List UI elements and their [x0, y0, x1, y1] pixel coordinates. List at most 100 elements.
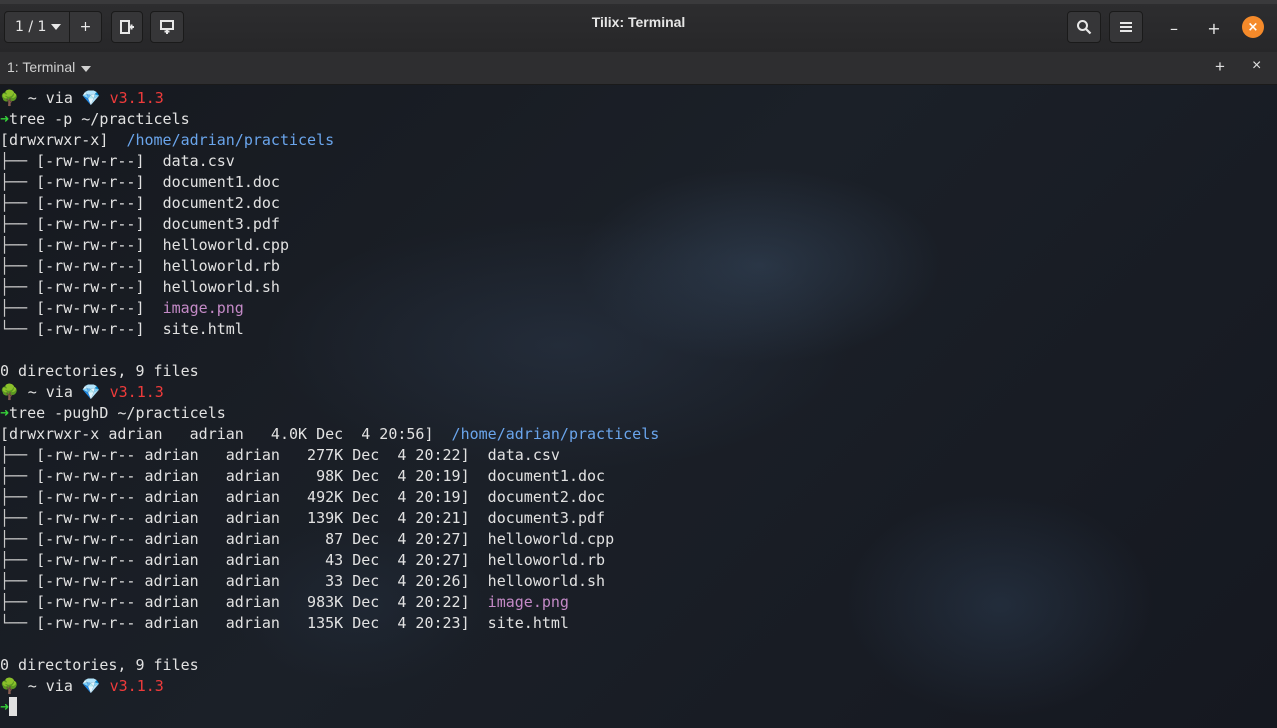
summary-text: 0 directories, 9 files — [0, 362, 199, 380]
file-name: helloworld.cpp — [162, 236, 289, 254]
file-meta: [-rw-rw-r--] — [36, 320, 163, 338]
file-name: document3.pdf — [487, 509, 606, 527]
file-name: document1.doc — [162, 173, 280, 191]
file-meta: [-rw-rw-r--] — [36, 257, 163, 275]
command-text: tree -p ~/practicels — [9, 110, 190, 128]
gem-icon: 💎 — [81, 383, 101, 401]
maximize-button[interactable]: + — [1202, 16, 1226, 40]
file-meta: [-rw-rw-r--] — [36, 194, 163, 212]
terminal-titlebar: 1: Terminal + × — [0, 52, 1277, 85]
prompt-path: ~ via — [18, 383, 82, 401]
file-name: image.png — [162, 299, 244, 317]
file-name: helloworld.rb — [487, 551, 606, 569]
terminal-title-dropdown[interactable]: 1: Terminal — [7, 59, 75, 75]
file-name: data.csv — [487, 446, 560, 464]
tree-branch: ├── — [0, 236, 37, 254]
tilix-window: 1 / 1 + Tilix: Terminal – + × 1: Termina… — [0, 0, 1277, 728]
search-button[interactable] — [1067, 11, 1101, 43]
file-meta: [-rw-rw-r--] — [36, 215, 163, 233]
terminal-output[interactable]: 🌳 ~ via 💎 v3.1.3 ➜tree -p ~/practicels [dr… — [0, 85, 1277, 728]
tree-entry: ├── [-rw-rw-r--] document3.pdf — [0, 214, 659, 235]
command-line: ➜tree -pughD ~/practicels — [0, 403, 659, 424]
command-line: ➜tree -p ~/practicels — [0, 109, 659, 130]
close-icon: × — [1247, 19, 1259, 35]
file-name: helloworld.sh — [487, 572, 606, 590]
file-name: document1.doc — [487, 467, 606, 485]
file-meta: [-rw-rw-r-- adrian adrian 139K Dec 4 20:… — [36, 509, 488, 527]
terminal-lines: 🌳 ~ via 💎 v3.1.3 ➜tree -p ~/practicels [dr… — [0, 88, 659, 718]
tree-branch: ├── — [0, 509, 37, 527]
file-meta: [-rw-rw-r-- adrian adrian 983K Dec 4 20:… — [36, 593, 488, 611]
file-meta: [-rw-rw-r-- adrian adrian 98K Dec 4 20:1… — [36, 467, 488, 485]
tree-entry: ├── [-rw-rw-r--] image.png — [0, 298, 659, 319]
ruby-version: v3.1.3 — [109, 383, 164, 401]
prompt-line: 🌳 ~ via 💎 v3.1.3 — [0, 382, 659, 403]
tree-branch: ├── — [0, 530, 37, 548]
summary-line: 0 directories, 9 files — [0, 361, 659, 382]
ruby-version: v3.1.3 — [109, 89, 164, 107]
summary-text: 0 directories, 9 files — [0, 656, 199, 674]
file-name: document2.doc — [487, 488, 606, 506]
tree-entry: ├── [-rw-rw-r--] helloworld.rb — [0, 256, 659, 277]
file-meta: [-rw-rw-r--] — [36, 152, 163, 170]
tree-branch: ├── — [0, 173, 37, 191]
tree-root-line: [drwxrwxr-x] /home/adrian/practicels — [0, 130, 659, 151]
file-name: helloworld.rb — [162, 257, 280, 275]
root-meta: [drwxrwxr-x] — [0, 131, 127, 149]
root-meta: [drwxrwxr-x adrian adrian 4.0K Dec 4 20:… — [0, 425, 452, 443]
tree-entry: ├── [-rw-rw-r--] document2.doc — [0, 193, 659, 214]
tree-branch: ├── — [0, 488, 37, 506]
file-name: site.html — [487, 614, 569, 632]
summary-line: 0 directories, 9 files — [0, 655, 659, 676]
tree-entry: ├── [-rw-rw-r-- adrian adrian 983K Dec 4… — [0, 592, 659, 613]
tree-branch: ├── — [0, 446, 37, 464]
gem-icon: 💎 — [81, 677, 101, 695]
tree-entry: ├── [-rw-rw-r-- adrian adrian 98K Dec 4 … — [0, 466, 659, 487]
file-name: site.html — [162, 320, 244, 338]
file-meta: [-rw-rw-r--] — [36, 236, 163, 254]
tree-entry: ├── [-rw-rw-r--] helloworld.sh — [0, 277, 659, 298]
chevron-down-icon[interactable] — [81, 66, 91, 72]
tree-entry: ├── [-rw-rw-r--] data.csv — [0, 151, 659, 172]
tree-icon: 🌳 — [0, 383, 19, 401]
minimize-button[interactable]: – — [1162, 16, 1186, 40]
tree-entry: ├── [-rw-rw-r-- adrian adrian 277K Dec 4… — [0, 445, 659, 466]
root-path: /home/adrian/practicels — [126, 131, 335, 149]
root-path: /home/adrian/practicels — [451, 425, 660, 443]
tree-branch: ├── — [0, 152, 37, 170]
prompt-arrow-icon: ➜ — [0, 698, 10, 716]
tree-entry: ├── [-rw-rw-r--] helloworld.cpp — [0, 235, 659, 256]
file-name: document3.pdf — [162, 215, 280, 233]
prompt-arrow-icon: ➜ — [0, 404, 10, 422]
tree-root-line: [drwxrwxr-x adrian adrian 4.0K Dec 4 20:… — [0, 424, 659, 445]
close-terminal-button[interactable]: × — [1252, 57, 1261, 75]
file-name: data.csv — [162, 152, 235, 170]
hamburger-menu-button[interactable] — [1109, 11, 1143, 43]
tree-entry: └── [-rw-rw-r--] site.html — [0, 319, 659, 340]
maximize-icon: + — [1207, 18, 1221, 38]
tree-entry: ├── [-rw-rw-r-- adrian adrian 87 Dec 4 2… — [0, 529, 659, 550]
tree-entry: ├── [-rw-rw-r--] document1.doc — [0, 172, 659, 193]
header-bar: 1 / 1 + Tilix: Terminal – + × — [0, 0, 1277, 52]
file-meta: [-rw-rw-r-- adrian adrian 33 Dec 4 20:26… — [36, 572, 488, 590]
file-meta: [-rw-rw-r-- adrian adrian 43 Dec 4 20:27… — [36, 551, 488, 569]
tree-branch: ├── — [0, 194, 37, 212]
close-window-button[interactable]: × — [1242, 16, 1264, 38]
tree-branch: ├── — [0, 593, 37, 611]
file-meta: [-rw-rw-r-- adrian adrian 492K Dec 4 20:… — [36, 488, 488, 506]
tree-branch: ├── — [0, 572, 37, 590]
file-meta: [-rw-rw-r-- adrian adrian 87 Dec 4 20:27… — [36, 530, 488, 548]
tree-branch: ├── — [0, 257, 37, 275]
tree-entry: ├── [-rw-rw-r-- adrian adrian 492K Dec 4… — [0, 487, 659, 508]
file-meta: [-rw-rw-r--] — [36, 173, 163, 191]
file-name: image.png — [487, 593, 569, 611]
add-terminal-button[interactable]: + — [1215, 57, 1225, 77]
tree-branch: ├── — [0, 299, 37, 317]
tree-branch: └── — [0, 320, 37, 338]
tree-entry: ├── [-rw-rw-r-- adrian adrian 33 Dec 4 2… — [0, 571, 659, 592]
tree-branch: └── — [0, 614, 37, 632]
gem-icon: 💎 — [81, 89, 101, 107]
tree-branch: ├── — [0, 467, 37, 485]
prompt-line: 🌳 ~ via 💎 v3.1.3 — [0, 676, 659, 697]
